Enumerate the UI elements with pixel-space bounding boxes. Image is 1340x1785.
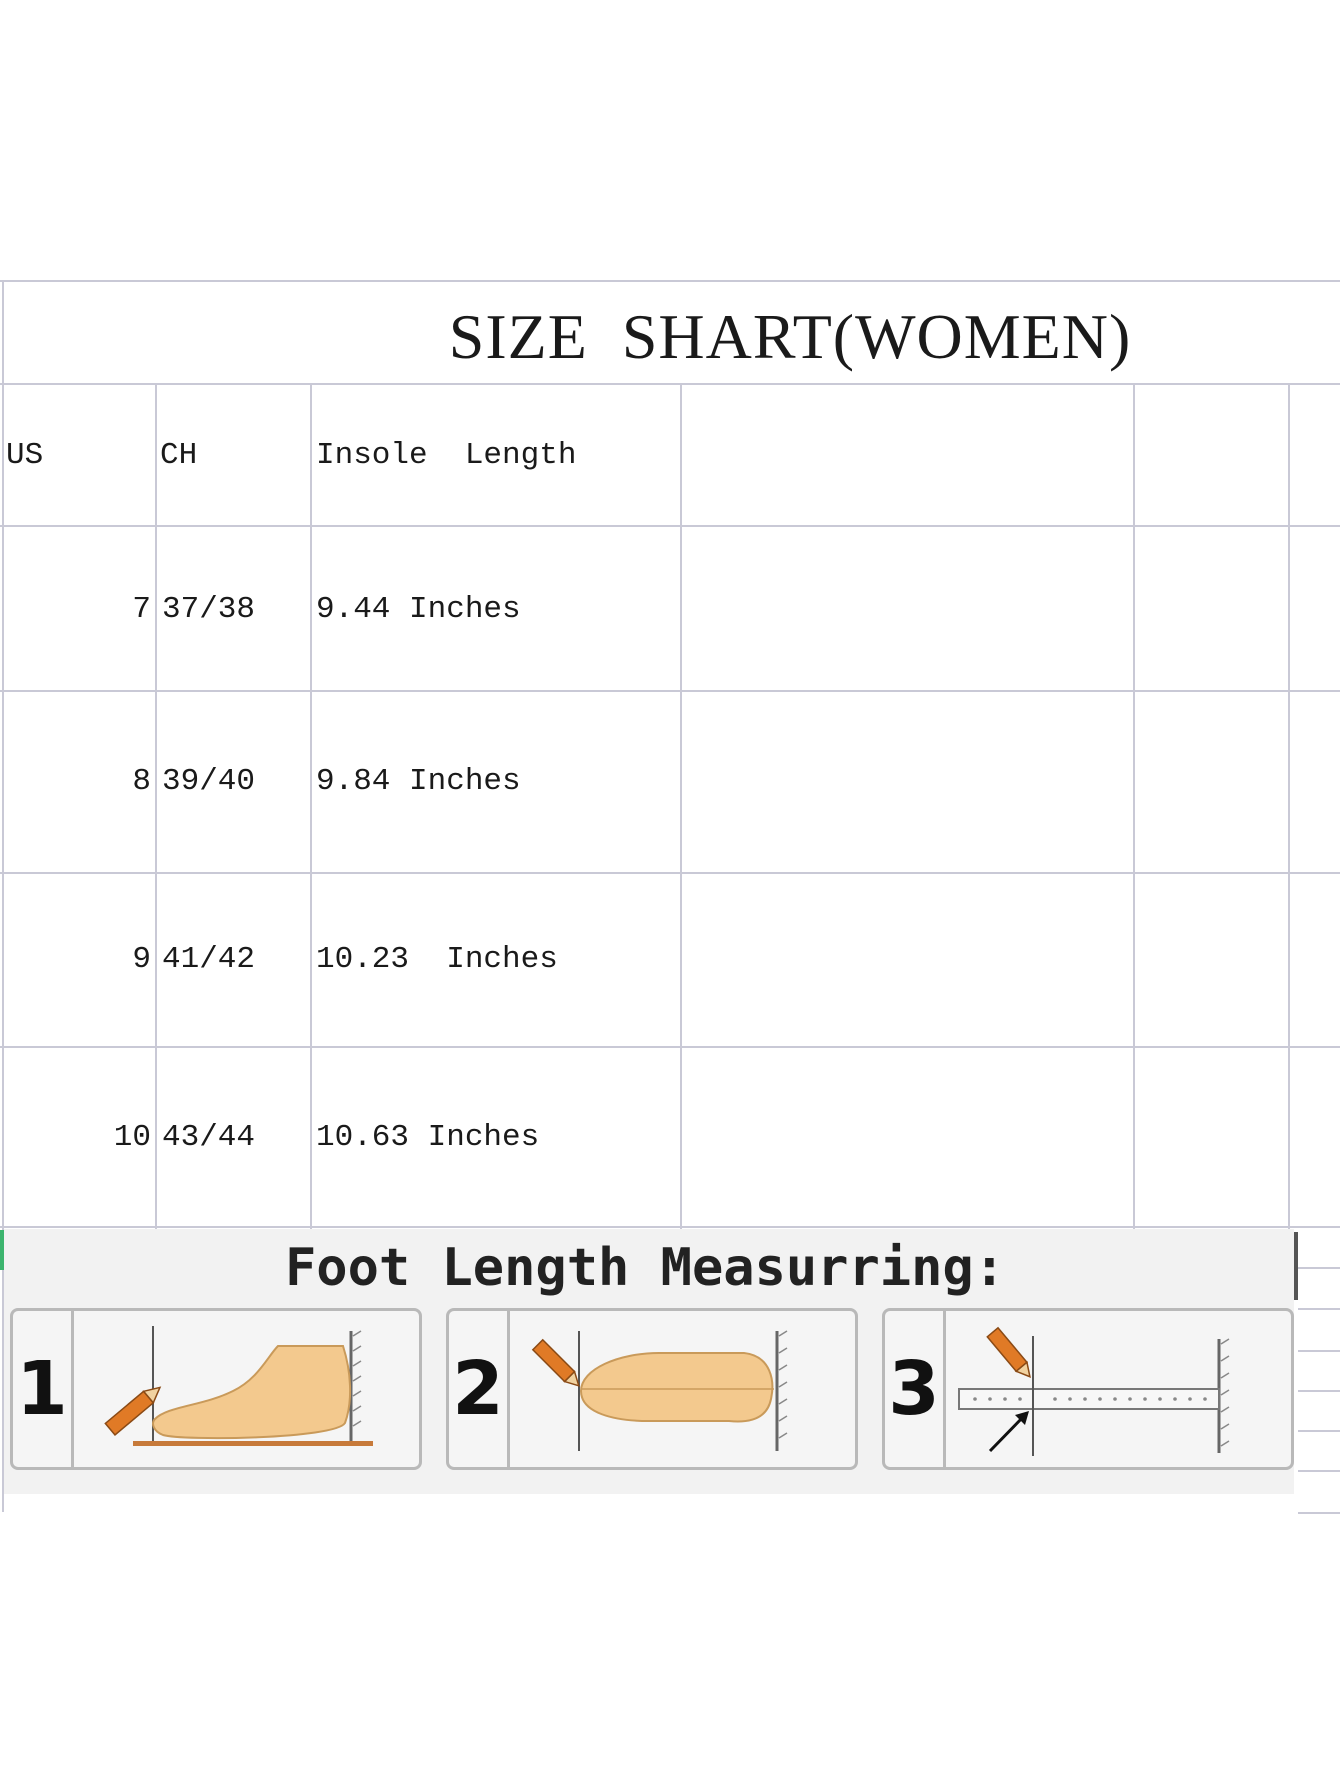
- grid-line: [0, 280, 1340, 282]
- grid-line: [680, 383, 682, 1229]
- page-title: SIZE SHART(WOMEN): [448, 301, 1132, 372]
- ruler-measure-icon: [945, 1311, 1291, 1467]
- step-number: 1: [13, 1311, 74, 1467]
- table-cell-insole: 9.84 Inches: [316, 764, 521, 799]
- grid-line: [0, 872, 1340, 874]
- grid-line: [0, 525, 1340, 527]
- grid-line: [1298, 1350, 1340, 1352]
- table-cell-us: 8: [132, 764, 151, 799]
- grid-line: [0, 383, 1340, 385]
- grid-line: [0, 1226, 1340, 1228]
- grid-line: [1288, 383, 1290, 1229]
- grid-line: [1298, 1430, 1340, 1432]
- grid-line: [310, 383, 312, 1229]
- header-us: US: [6, 438, 44, 473]
- table-cell-ch: 43/44: [162, 1120, 256, 1155]
- grid-line: [1298, 1470, 1340, 1472]
- grid-line: [1298, 1308, 1340, 1310]
- measuring-title: Foot Length Measurring:: [284, 1238, 1006, 1298]
- table-cell-ch: 37/38: [162, 592, 256, 627]
- table-cell-us: 10: [113, 1120, 151, 1155]
- table-cell-ch: 41/42: [162, 942, 256, 977]
- table-cell-us: 9: [132, 942, 151, 977]
- table-cell-insole: 10.63 Inches: [316, 1120, 540, 1155]
- table-cell-insole: 10.23 Inches: [316, 942, 558, 977]
- grid-line: [0, 1046, 1340, 1048]
- foot-top-pencil-icon: [509, 1311, 855, 1467]
- step-number: 2: [449, 1311, 510, 1467]
- measuring-step-3: 3: [882, 1308, 1294, 1470]
- grid-line: [1298, 1390, 1340, 1392]
- grid-line: [0, 690, 1340, 692]
- grid-line: [1298, 1267, 1340, 1269]
- panel-divider: [1294, 1232, 1298, 1300]
- foot-side-pencil-icon: [73, 1311, 419, 1467]
- table-cell-ch: 39/40: [162, 764, 256, 799]
- header-ch: CH: [160, 438, 198, 473]
- grid-line: [155, 383, 157, 1229]
- grid-line: [1298, 1512, 1340, 1514]
- table-cell-us: 7: [132, 592, 151, 627]
- measuring-step-1: 1: [10, 1308, 422, 1470]
- grid-line: [1133, 383, 1135, 1229]
- measuring-step-2: 2: [446, 1308, 858, 1470]
- header-insole-length: Insole Length: [316, 438, 577, 473]
- step-number: 3: [885, 1311, 946, 1467]
- table-cell-insole: 9.44 Inches: [316, 592, 521, 627]
